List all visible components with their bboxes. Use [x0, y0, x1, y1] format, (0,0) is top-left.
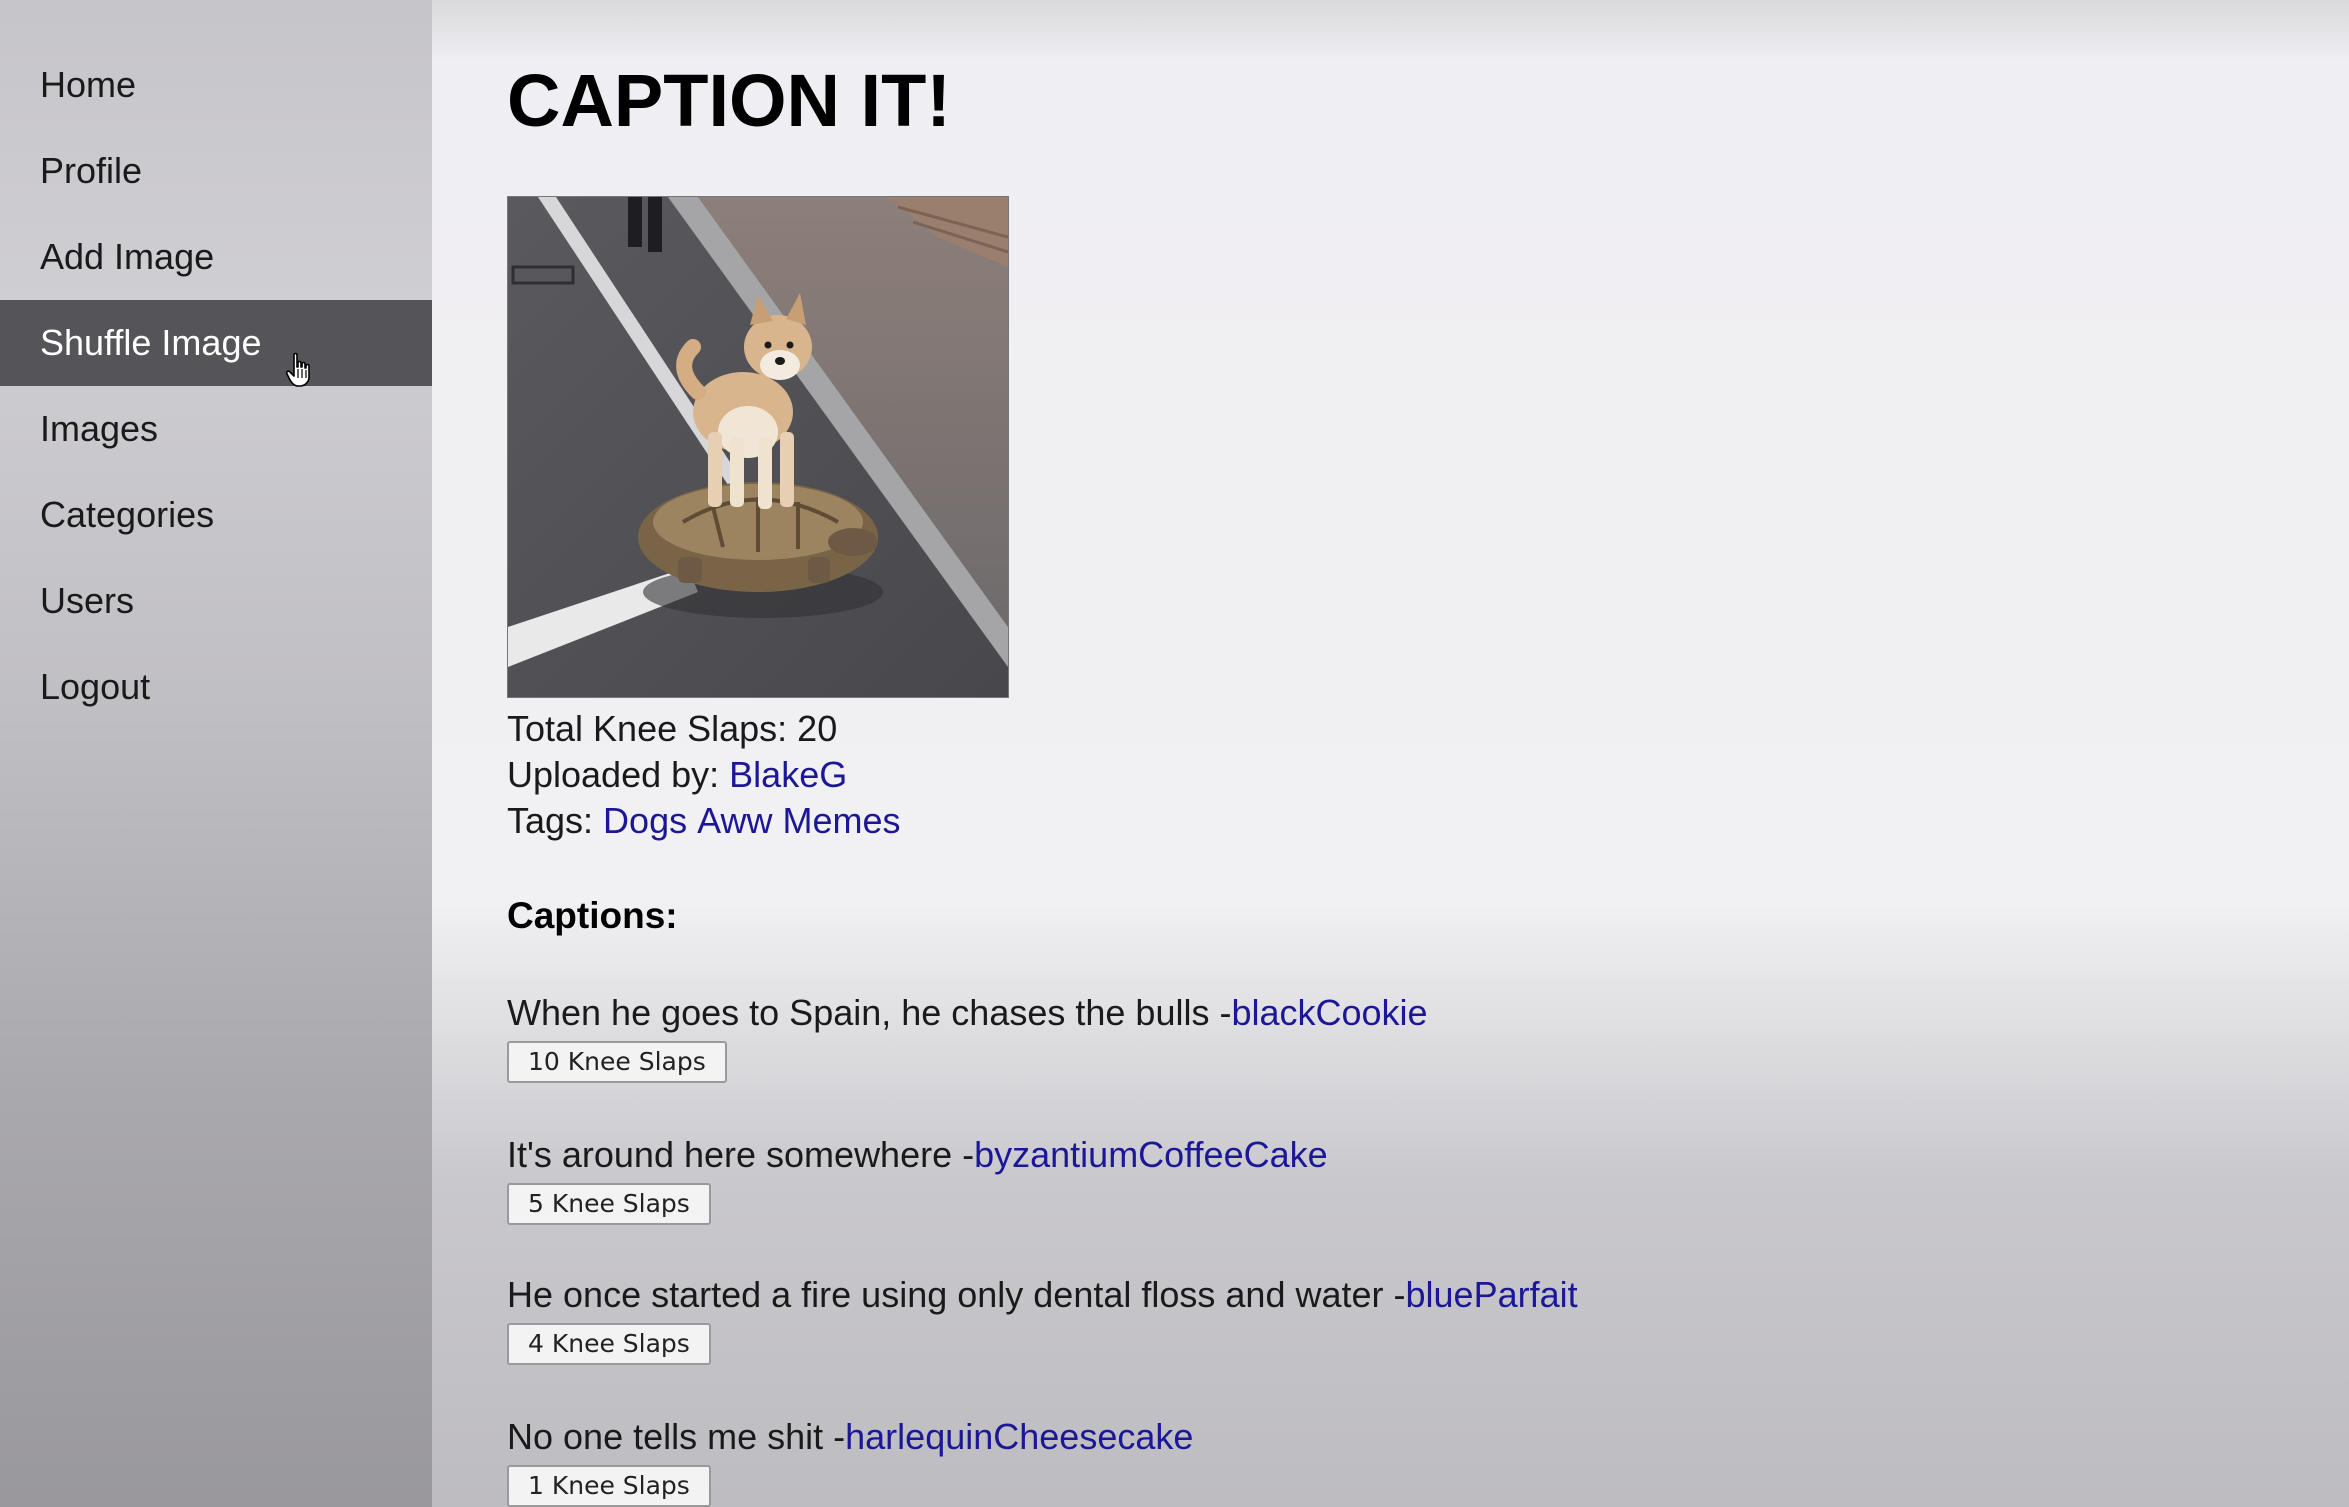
nav-item-shuffle-image[interactable]: Shuffle Image: [0, 300, 432, 387]
meme-image-illustration: [508, 197, 1008, 697]
uploader-link[interactable]: BlakeG: [729, 754, 847, 795]
meme-image: [507, 196, 1009, 698]
page-title: CAPTION IT!: [507, 59, 951, 142]
captions-heading: Captions:: [507, 895, 678, 936]
tag-link-aww[interactable]: Aww: [697, 800, 772, 841]
tag-link-memes[interactable]: Memes: [782, 800, 900, 841]
caption-text: No one tells me shit -: [507, 1416, 846, 1457]
caption-text: When he goes to Spain, he chases the bul…: [507, 992, 1232, 1033]
caption-item: It's around here somewhere -byzantiumCof…: [507, 1134, 1328, 1176]
nav-item-shuffle-image-label: Shuffle Image: [40, 322, 262, 363]
caption-item: When he goes to Spain, he chases the bul…: [507, 992, 1428, 1034]
caption-text: He once started a fire using only dental…: [507, 1274, 1406, 1315]
nav-item-users[interactable]: Users: [0, 558, 432, 644]
nav-item-images[interactable]: Images: [0, 386, 432, 472]
uploaded-by: Uploaded by: BlakeG: [507, 754, 847, 796]
sidebar-nav: Home Profile Add Image Shuffle Image Ima…: [0, 0, 432, 1507]
nav-item-profile[interactable]: Profile: [0, 128, 432, 214]
tags-label: Tags:: [507, 800, 604, 841]
tags-line: Tags: Dogs Aww Memes: [507, 800, 910, 842]
tag-link-dogs[interactable]: Dogs: [603, 800, 687, 841]
caption-author-link[interactable]: blueParfait: [1406, 1274, 1578, 1315]
nav-item-home[interactable]: Home: [0, 42, 432, 128]
nav-item-add-image[interactable]: Add Image: [0, 214, 432, 300]
hand-pointer-icon: [285, 352, 310, 387]
caption-item: He once started a fire using only dental…: [507, 1274, 1578, 1316]
knee-slap-button[interactable]: 1 Knee Slaps: [507, 1465, 711, 1507]
knee-slap-button[interactable]: 10 Knee Slaps: [507, 1041, 727, 1083]
caption-author-link[interactable]: blackCookie: [1231, 992, 1427, 1033]
nav-item-categories[interactable]: Categories: [0, 472, 432, 558]
knee-slap-button[interactable]: 4 Knee Slaps: [507, 1323, 711, 1365]
uploaded-by-label: Uploaded by:: [507, 754, 730, 795]
caption-author-link[interactable]: harlequinCheesecake: [845, 1416, 1193, 1457]
caption-item: No one tells me shit -harlequinCheesecak…: [507, 1416, 1193, 1458]
knee-slap-button[interactable]: 5 Knee Slaps: [507, 1183, 711, 1225]
nav-item-logout[interactable]: Logout: [0, 644, 432, 730]
caption-author-link[interactable]: byzantiumCoffeeCake: [974, 1134, 1328, 1175]
total-knee-slaps: Total Knee Slaps: 20: [507, 708, 838, 749]
caption-text: It's around here somewhere -: [507, 1134, 975, 1175]
nav-list: Home Profile Add Image Shuffle Image Ima…: [0, 42, 432, 730]
